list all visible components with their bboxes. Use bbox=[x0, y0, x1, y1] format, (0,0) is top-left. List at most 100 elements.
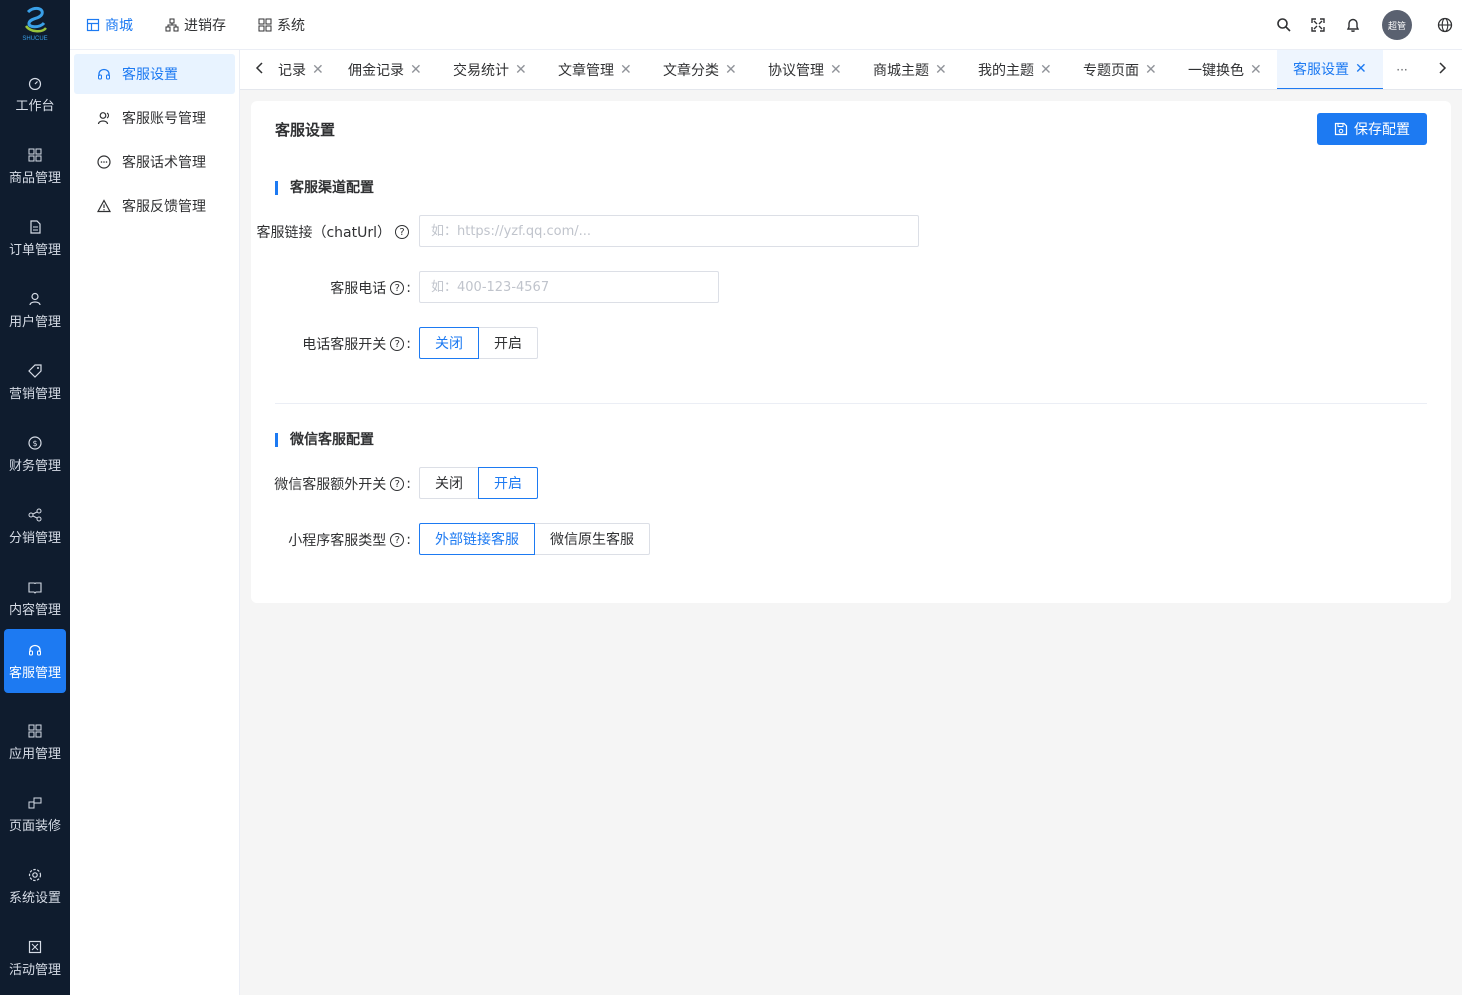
sidebar-item-finance[interactable]: $ 财务管理 bbox=[4, 422, 66, 486]
label-text: 客服链接（chatUrl） bbox=[256, 225, 391, 241]
sidebar-item-content[interactable]: 内容管理 bbox=[4, 566, 66, 630]
more-icon: ··· bbox=[1396, 63, 1408, 77]
close-icon[interactable]: ✕ bbox=[1145, 62, 1157, 78]
submenu-item-service-settings[interactable]: 客服设置 bbox=[74, 54, 235, 94]
submenu-item-accounts[interactable]: 客服账号管理 bbox=[74, 98, 235, 138]
chat-url-input[interactable] bbox=[419, 215, 919, 247]
help-icon[interactable]: ? bbox=[395, 225, 409, 239]
phone-switch-on[interactable]: 开启 bbox=[478, 327, 538, 359]
network-icon bbox=[165, 18, 179, 32]
apps-icon bbox=[27, 723, 43, 739]
tab-topic-pages[interactable]: 专题页面 ✕ bbox=[1067, 50, 1173, 89]
fullscreen-icon[interactable] bbox=[1308, 15, 1328, 35]
phone-input[interactable] bbox=[419, 271, 719, 303]
sidebar-item-label: 页面装修 bbox=[8, 818, 61, 834]
tab-article-categories[interactable]: 文章分类 ✕ bbox=[647, 50, 753, 89]
sidebar-item-dashboard[interactable]: 工作台 bbox=[4, 62, 66, 126]
users-icon bbox=[96, 110, 112, 126]
close-icon[interactable]: ✕ bbox=[515, 62, 527, 78]
sidebar-item-marketing[interactable]: 营销管理 bbox=[4, 350, 66, 414]
section-title-wechat: 微信客服配置 bbox=[275, 433, 374, 447]
search-icon[interactable] bbox=[1274, 15, 1294, 35]
submenu-label: 客服话术管理 bbox=[122, 155, 206, 171]
topnav-mall[interactable]: 商城 bbox=[86, 0, 133, 50]
main-sidebar: SHUCUE 工作台 商品管理 订单管理 用户管理 营销管理 $ 财务管理 分销… bbox=[0, 0, 70, 995]
submenu-label: 客服账号管理 bbox=[122, 111, 206, 127]
help-icon[interactable]: ? bbox=[390, 477, 405, 491]
help-icon[interactable]: ? bbox=[390, 281, 405, 295]
wx-switch-on[interactable]: 开启 bbox=[478, 467, 538, 499]
tab-records[interactable]: 记录 ✕ bbox=[264, 50, 340, 89]
sidebar-item-settings[interactable]: 系统设置 bbox=[4, 854, 66, 918]
sidebar-item-activities[interactable]: 活动管理 bbox=[4, 926, 66, 990]
sidebar-item-apps[interactable]: 应用管理 bbox=[4, 710, 66, 774]
submenu-item-scripts[interactable]: 客服话术管理 bbox=[74, 142, 235, 182]
topnav-system[interactable]: 系统 bbox=[258, 0, 305, 50]
tab-one-click-color[interactable]: 一键换色 ✕ bbox=[1172, 50, 1278, 89]
save-icon bbox=[1334, 122, 1348, 136]
sidebar-item-users[interactable]: 用户管理 bbox=[4, 278, 66, 342]
wx-switch-off[interactable]: 关闭 bbox=[419, 467, 479, 499]
tabs-next-button[interactable] bbox=[1422, 50, 1462, 89]
chevron-right-icon bbox=[1437, 62, 1447, 78]
top-header: 商城 进销存 系统 超管 bbox=[70, 0, 1462, 50]
tab-service-settings[interactable]: 客服设置 ✕ bbox=[1277, 50, 1383, 89]
sidebar-item-label: 商品管理 bbox=[8, 170, 61, 186]
close-icon[interactable]: ✕ bbox=[1040, 62, 1052, 78]
close-icon[interactable]: ✕ bbox=[1355, 61, 1367, 77]
sidebar-item-label: 订单管理 bbox=[8, 242, 61, 258]
share-icon bbox=[27, 507, 43, 523]
sidebar-item-page-decoration[interactable]: 页面装修 bbox=[4, 782, 66, 846]
sidebar-item-products[interactable]: 商品管理 bbox=[4, 134, 66, 198]
sidebar-item-label: 用户管理 bbox=[8, 314, 61, 330]
tab-mall-themes[interactable]: 商城主题 ✕ bbox=[857, 50, 963, 89]
close-icon[interactable]: ✕ bbox=[410, 62, 422, 78]
logo: SHUCUE bbox=[0, 0, 70, 50]
settings-card: 客服设置 保存配置 客服渠道配置 客服链接（chatUrl） ? 客服电话 ?:… bbox=[251, 101, 1451, 603]
sidebar-item-orders[interactable]: 订单管理 bbox=[4, 206, 66, 270]
sidebar-item-customer-service[interactable]: 客服管理 bbox=[4, 629, 66, 693]
close-icon[interactable]: ✕ bbox=[725, 62, 737, 78]
wx-switch-label: 微信客服额外开关 ?: bbox=[274, 476, 411, 493]
close-icon[interactable]: ✕ bbox=[620, 62, 632, 78]
label-text: 电话客服开关 bbox=[302, 337, 387, 353]
help-icon[interactable]: ? bbox=[390, 337, 405, 351]
topnav-inventory[interactable]: 进销存 bbox=[165, 0, 226, 50]
dollar-icon: $ bbox=[27, 435, 43, 451]
phone-switch-label: 电话客服开关 ?: bbox=[302, 336, 411, 353]
label-text: 客服电话 bbox=[330, 281, 387, 297]
tab-trade-stats[interactable]: 交易统计 ✕ bbox=[437, 50, 543, 89]
save-config-button[interactable]: 保存配置 bbox=[1317, 113, 1427, 145]
layout-icon bbox=[27, 795, 43, 811]
close-icon[interactable]: ✕ bbox=[830, 62, 842, 78]
sidebar-item-label: 营销管理 bbox=[8, 386, 61, 402]
tab-articles[interactable]: 文章管理 ✕ bbox=[542, 50, 648, 89]
topnav-label: 商城 bbox=[105, 18, 133, 34]
headset-icon bbox=[27, 642, 43, 658]
bell-icon[interactable] bbox=[1343, 15, 1363, 35]
tag-icon bbox=[27, 363, 43, 379]
sidebar-item-distribution[interactable]: 分销管理 bbox=[4, 494, 66, 558]
tab-label: 记录 bbox=[278, 63, 306, 79]
headset-icon bbox=[96, 66, 112, 82]
tabs-bar: 记录 ✕ 佣金记录 ✕ 交易统计 ✕ 文章管理 ✕ 文章分类 ✕ 协议管理 ✕ 商城主题 ✕ … bbox=[240, 50, 1462, 90]
mp-type-wechat-native[interactable]: 微信原生客服 bbox=[534, 523, 650, 555]
phone-switch-off[interactable]: 关闭 bbox=[419, 327, 479, 359]
avatar[interactable]: 超管 bbox=[1382, 10, 1412, 40]
submenu-item-feedback[interactable]: 客服反馈管理 bbox=[74, 186, 235, 226]
globe-icon[interactable] bbox=[1435, 15, 1455, 35]
activity-icon bbox=[27, 939, 43, 955]
help-icon[interactable]: ? bbox=[390, 533, 405, 547]
mp-type-external-link[interactable]: 外部链接客服 bbox=[419, 523, 535, 555]
save-label: 保存配置 bbox=[1354, 122, 1410, 138]
close-icon[interactable]: ✕ bbox=[1250, 62, 1262, 78]
close-icon[interactable]: ✕ bbox=[312, 62, 324, 78]
close-icon[interactable]: ✕ bbox=[935, 62, 947, 78]
tab-commission-records[interactable]: 佣金记录 ✕ bbox=[332, 50, 438, 89]
tab-label: 交易统计 bbox=[453, 63, 509, 79]
tab-label: 商城主题 bbox=[873, 63, 929, 79]
tab-label: 文章分类 bbox=[663, 63, 719, 79]
tab-agreements[interactable]: 协议管理 ✕ bbox=[752, 50, 858, 89]
tabs-more-button[interactable]: ··· bbox=[1382, 50, 1422, 89]
tab-my-themes[interactable]: 我的主题 ✕ bbox=[962, 50, 1068, 89]
